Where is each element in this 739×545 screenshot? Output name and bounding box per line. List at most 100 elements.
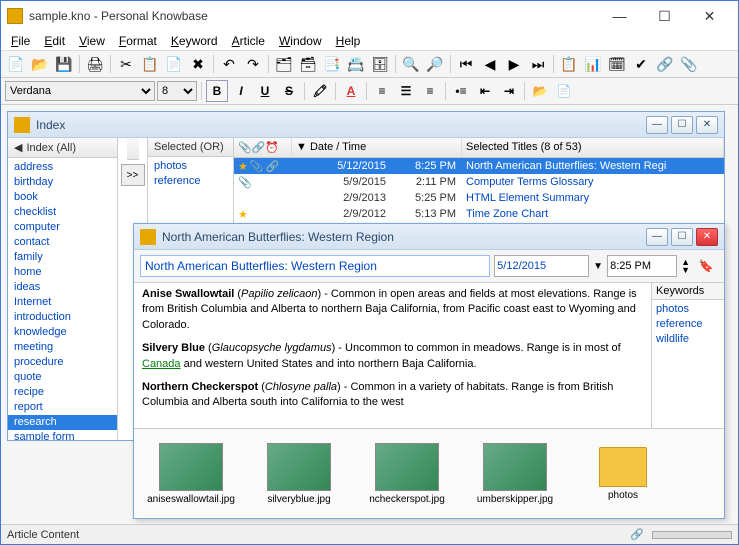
highlight-icon[interactable]: 🖍 [309,80,331,102]
date-dropdown-icon[interactable]: ▼ [593,261,603,272]
keyword-item[interactable]: report [8,400,117,415]
article-title-input[interactable] [140,255,490,277]
keyword-item[interactable]: knowledge [8,325,117,340]
undo-icon[interactable]: ↶ [218,53,240,75]
title-row[interactable]: 📎5/9/20152:11 PMComputer Terms Glossary [234,174,724,190]
italic-button[interactable]: I [230,80,252,102]
redo-icon[interactable]: ↷ [242,53,264,75]
article-time-input[interactable] [607,255,677,277]
index-keyword-list[interactable]: addressbirthdaybookchecklistcomputercont… [8,158,117,440]
article-max-button[interactable]: ☐ [671,228,693,246]
selected-keyword-item[interactable]: reference [148,174,233,189]
keyword-item[interactable]: sample form [8,430,117,440]
paste-icon[interactable]: 📄 [163,53,185,75]
status-slider-icon[interactable] [652,531,732,539]
spellcheck-icon[interactable]: ✔ [630,53,652,75]
menu-file[interactable]: File [5,32,36,50]
tb-icon-j[interactable]: 📎 [678,53,700,75]
keyword-item[interactable]: ideas [8,280,117,295]
ft-icon-a[interactable]: 📂 [529,80,551,102]
article-min-button[interactable]: — [646,228,668,246]
menu-help[interactable]: Help [330,32,367,50]
menu-view[interactable]: View [73,32,111,50]
cut-icon[interactable]: ✂ [115,53,137,75]
menu-article[interactable]: Article [226,32,271,50]
menu-format[interactable]: Format [113,32,163,50]
tb-icon-e[interactable]: 🗄 [369,53,391,75]
find-icon[interactable]: 🔍 [400,53,422,75]
menu-edit[interactable]: Edit [38,32,71,50]
index-min-button[interactable]: — [646,116,668,134]
delete-icon[interactable]: ✖ [187,53,209,75]
attachment-item[interactable]: photos [578,447,668,501]
keyword-item[interactable]: research [8,415,117,430]
link-tool-icon[interactable]: 🔗 [654,53,676,75]
indent-icon[interactable]: ⇥ [498,80,520,102]
nav-last-icon[interactable]: ⏭ [527,53,549,75]
keyword-item[interactable]: family [8,250,117,265]
align-center-icon[interactable]: ☰ [395,80,417,102]
index-col2-header[interactable]: Selected (OR) [148,138,233,157]
article-close-button[interactable]: ✕ [696,228,718,246]
close-button[interactable]: ✕ [687,1,732,31]
maximize-button[interactable]: ☐ [642,1,687,31]
keyword-item[interactable]: contact [8,235,117,250]
keyword-item[interactable]: book [8,190,117,205]
tb-icon-b[interactable]: 🗃 [297,53,319,75]
keyword-item[interactable]: recipe [8,385,117,400]
attachment-item[interactable]: silveryblue.jpg [254,443,344,505]
icon-cols-header[interactable]: 📎🔗⏰ [234,138,292,157]
bold-button[interactable]: B [206,80,228,102]
time-spinner-icon[interactable]: ▲▼ [681,258,690,274]
article-content[interactable]: Anise Swallowtail (Papilio zelicaon) - C… [134,283,652,428]
index-close-button[interactable]: ✕ [696,116,718,134]
align-right-icon[interactable]: ≡ [419,80,441,102]
ft-icon-b[interactable]: 📄 [553,80,575,102]
datetime-header[interactable]: ▼ Date / Time [292,138,462,157]
nav-first-icon[interactable]: ⏮ [455,53,477,75]
attachment-item[interactable]: aniseswallowtail.jpg [146,443,236,505]
title-row[interactable]: ★📎🔗5/12/20158:25 PMNorth American Butter… [234,158,724,174]
attachment-item[interactable]: umberskipper.jpg [470,443,560,505]
keyword-item[interactable]: computer [8,220,117,235]
keyword-item[interactable]: introduction [8,310,117,325]
tb-icon-a[interactable]: 🗂 [273,53,295,75]
keyword-item[interactable]: quote [8,370,117,385]
bullets-icon[interactable]: •≡ [450,80,472,102]
nav-prev-icon[interactable]: ◀ [479,53,501,75]
article-date-input[interactable] [494,255,589,277]
canada-link[interactable]: Canada [142,358,181,370]
outdent-icon[interactable]: ⇤ [474,80,496,102]
article-keyword-item[interactable]: photos [656,302,720,317]
tb-icon-c[interactable]: 📑 [321,53,343,75]
font-color-icon[interactable]: A [340,80,362,102]
nav-next-icon[interactable]: ▶ [503,53,525,75]
save-icon[interactable]: 💾 [53,53,75,75]
index-max-button[interactable]: ☐ [671,116,693,134]
selected-keyword-item[interactable]: photos [148,159,233,174]
copy-icon[interactable]: 📋 [139,53,161,75]
print-icon[interactable]: 🖨 [84,53,106,75]
article-keyword-item[interactable]: wildlife [656,332,720,347]
open-icon[interactable]: 📂 [29,53,51,75]
new-icon[interactable]: 📄 [5,53,27,75]
keyword-tool-icon[interactable]: 🔖 [694,254,718,278]
attachment-item[interactable]: ncheckerspot.jpg [362,443,452,505]
menu-keyword[interactable]: Keyword [165,32,224,50]
underline-button[interactable]: U [254,80,276,102]
keyword-item[interactable]: meeting [8,340,117,355]
strike-button[interactable]: S [278,80,300,102]
align-left-icon[interactable]: ≡ [371,80,393,102]
tb-icon-f[interactable]: 🔎 [424,53,446,75]
menu-window[interactable]: Window [273,32,328,50]
index-titlebar[interactable]: Index — ☐ ✕ [8,112,724,138]
tb-icon-g[interactable]: 📋 [558,53,580,75]
keyword-item[interactable]: birthday [8,175,117,190]
seltitles-header[interactable]: Selected Titles (8 of 53) [462,138,724,157]
move-right-button[interactable]: >> [121,164,145,186]
article-titlebar[interactable]: North American Butterflies: Western Regi… [134,224,724,250]
keyword-item[interactable]: Internet [8,295,117,310]
font-size-select[interactable]: 8 [157,81,197,101]
keyword-item[interactable]: address [8,160,117,175]
tb-icon-i[interactable]: 🗓 [606,53,628,75]
